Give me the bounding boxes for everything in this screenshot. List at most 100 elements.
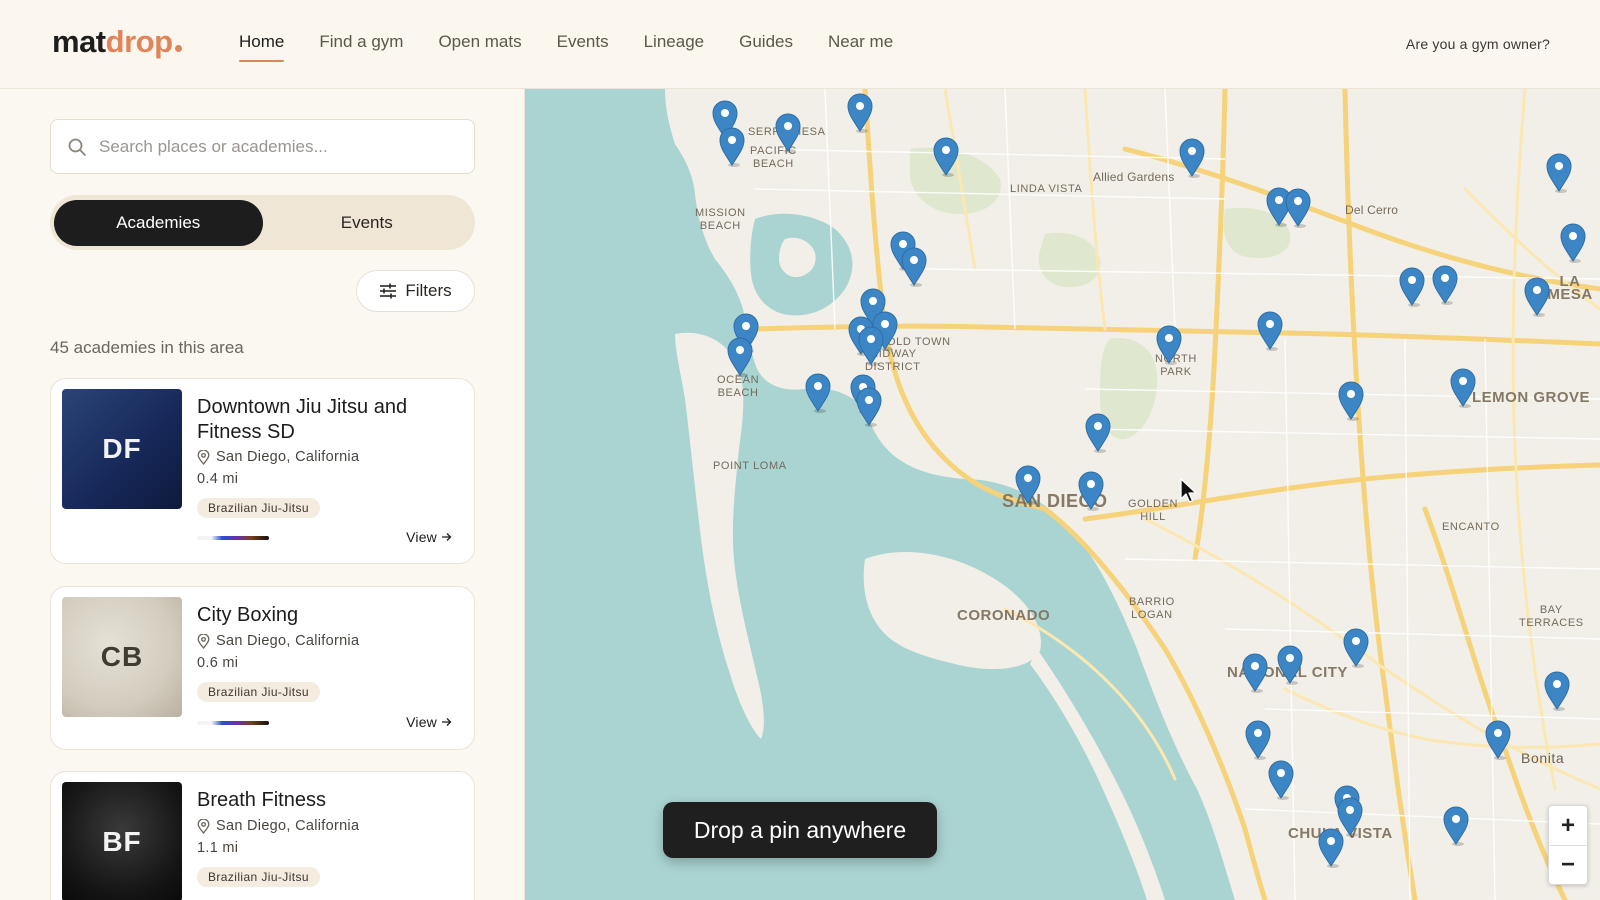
map-pin-marker[interactable]	[1523, 277, 1551, 317]
matdrop-logo[interactable]: mat drop	[52, 24, 182, 60]
map-pin-marker[interactable]	[1449, 368, 1477, 408]
location-pin-icon	[197, 818, 210, 834]
nav-find-a-gym[interactable]: Find a gym	[319, 32, 403, 62]
map-label-del-cerro: Del Cerro	[1345, 203, 1399, 217]
map-pin-marker[interactable]	[1317, 828, 1345, 868]
search-icon	[68, 138, 86, 156]
belt-rank-bar	[197, 536, 269, 540]
map-pin-marker[interactable]	[1077, 471, 1105, 511]
zoom-out-button[interactable]: −	[1549, 845, 1587, 884]
map-label-encanto: ENCANTO	[1442, 521, 1500, 533]
mode-toggle: Academies Events	[50, 195, 475, 250]
map-pin-marker[interactable]	[1178, 138, 1206, 178]
map-label-bonita: Bonita	[1521, 750, 1565, 766]
academy-name[interactable]: Downtown Jiu Jitsu and Fitness SD	[197, 395, 462, 445]
nav-home[interactable]: Home	[239, 32, 285, 62]
search-input[interactable]	[99, 136, 459, 157]
arrow-right-icon	[442, 533, 452, 541]
map-pin-marker[interactable]	[857, 326, 885, 366]
nav-events[interactable]: Events	[557, 32, 609, 62]
map-pin-marker[interactable]	[1543, 671, 1571, 711]
map-pin-marker[interactable]	[774, 113, 802, 153]
map-pin-marker[interactable]	[1284, 188, 1312, 228]
nav-near-me[interactable]: Near me	[828, 32, 893, 62]
map-pin-marker[interactable]	[1244, 720, 1272, 760]
gym-owner-link[interactable]: Are you a gym owner?	[1406, 36, 1550, 52]
academy-name[interactable]: City Boxing	[197, 603, 462, 628]
discipline-tag: Brazilian Jiu-Jitsu	[197, 682, 320, 702]
map-pin-marker[interactable]	[1431, 265, 1459, 305]
results-sidebar: Academies Events Filters 45 academies in…	[0, 89, 525, 900]
sliders-icon	[380, 283, 397, 299]
map-pin-marker[interactable]	[718, 127, 746, 167]
view-label: View	[406, 529, 437, 545]
map-pin-marker[interactable]	[846, 93, 874, 133]
academy-location: San Diego, California	[197, 818, 359, 834]
map-pin-marker[interactable]	[1398, 267, 1426, 307]
academies-tab[interactable]: Academies	[54, 199, 263, 246]
map-pin-marker[interactable]	[1442, 806, 1470, 846]
academy-card[interactable]: CB City Boxing San Diego, California 0.6…	[50, 586, 475, 750]
map-pin-marker[interactable]	[1545, 153, 1573, 193]
academy-location-text: San Diego, California	[216, 633, 360, 649]
map-pin-marker[interactable]	[855, 387, 883, 427]
map-label-point-loma: POINT LOMA	[713, 460, 787, 472]
map-pin-marker[interactable]	[1084, 413, 1112, 453]
nav-lineage[interactable]: Lineage	[644, 32, 705, 62]
logo-text-drop: drop	[105, 24, 173, 59]
view-academy-link[interactable]: View	[406, 529, 452, 545]
mouse-cursor-icon	[1180, 478, 1197, 503]
map-label-coronado: CORONADO	[957, 607, 1051, 624]
map-pin-marker[interactable]	[1155, 325, 1183, 365]
academy-thumbnail: CB	[62, 597, 182, 717]
academy-location: San Diego, California	[197, 633, 359, 649]
map-pin-marker[interactable]	[1337, 381, 1365, 421]
belt-rank-bar	[197, 721, 269, 725]
arrow-right-icon	[442, 718, 452, 726]
search-box[interactable]	[50, 119, 475, 174]
academy-card[interactable]: BF Breath Fitness San Diego, California …	[50, 771, 475, 900]
map-pin-marker[interactable]	[1241, 653, 1269, 693]
map-pin-marker[interactable]	[1342, 628, 1370, 668]
academy-thumbnail: DF	[62, 389, 182, 509]
map-pin-marker[interactable]	[900, 247, 928, 287]
map-label-mission-beach: MISSION BEACH	[695, 207, 746, 232]
map-label-barrio-logan: BARRIO LOGAN	[1129, 596, 1175, 621]
academy-card[interactable]: DF Downtown Jiu Jitsu and Fitness SD San…	[50, 378, 475, 564]
map-pin-marker[interactable]	[804, 373, 832, 413]
map-pin-marker[interactable]	[1014, 465, 1042, 505]
map-pin-marker[interactable]	[726, 337, 754, 377]
discipline-tag: Brazilian Jiu-Jitsu	[197, 867, 320, 887]
map-label-allied-gardens: Allied Gardens	[1093, 170, 1175, 184]
academy-location: San Diego, California	[197, 449, 359, 465]
map-pin-marker[interactable]	[1276, 645, 1304, 685]
academy-thumbnail: BF	[62, 782, 182, 900]
map-label-golden-hill: GOLDEN HILL	[1128, 498, 1179, 523]
filters-button[interactable]: Filters	[356, 270, 475, 312]
map-view[interactable]: SERRA MESA Allied Gardens Del Cerro LIND…	[525, 89, 1600, 900]
map-label-ocean-beach: OCEAN BEACH	[717, 374, 760, 399]
map-pin-marker[interactable]	[1256, 311, 1284, 351]
results-count: 45 academies in this area	[50, 338, 244, 357]
map-label-lemon-grove: LEMON GROVE	[1472, 389, 1591, 406]
map-pin-marker[interactable]	[1559, 223, 1587, 263]
drop-pin-hint[interactable]: Drop a pin anywhere	[663, 802, 937, 858]
main-nav: Home Find a gym Open mats Events Lineage…	[239, 32, 928, 62]
events-tab[interactable]: Events	[263, 200, 472, 246]
map-pin-marker[interactable]	[1484, 720, 1512, 760]
discipline-tag: Brazilian Jiu-Jitsu	[197, 498, 320, 518]
map-pin-marker[interactable]	[1267, 760, 1295, 800]
academy-distance: 1.1 mi	[197, 840, 239, 856]
zoom-controls: + −	[1548, 805, 1588, 885]
academy-location-text: San Diego, California	[216, 449, 360, 465]
academy-name[interactable]: Breath Fitness	[197, 788, 462, 813]
map-label-bay-terraces: BAY TERRACES	[1519, 604, 1584, 629]
map-pin-marker[interactable]	[932, 137, 960, 177]
academy-distance: 0.6 mi	[197, 655, 239, 671]
location-pin-icon	[197, 633, 210, 649]
zoom-in-button[interactable]: +	[1549, 806, 1587, 845]
view-label: View	[406, 714, 437, 730]
nav-open-mats[interactable]: Open mats	[438, 32, 521, 62]
view-academy-link[interactable]: View	[406, 714, 452, 730]
nav-guides[interactable]: Guides	[739, 32, 793, 62]
